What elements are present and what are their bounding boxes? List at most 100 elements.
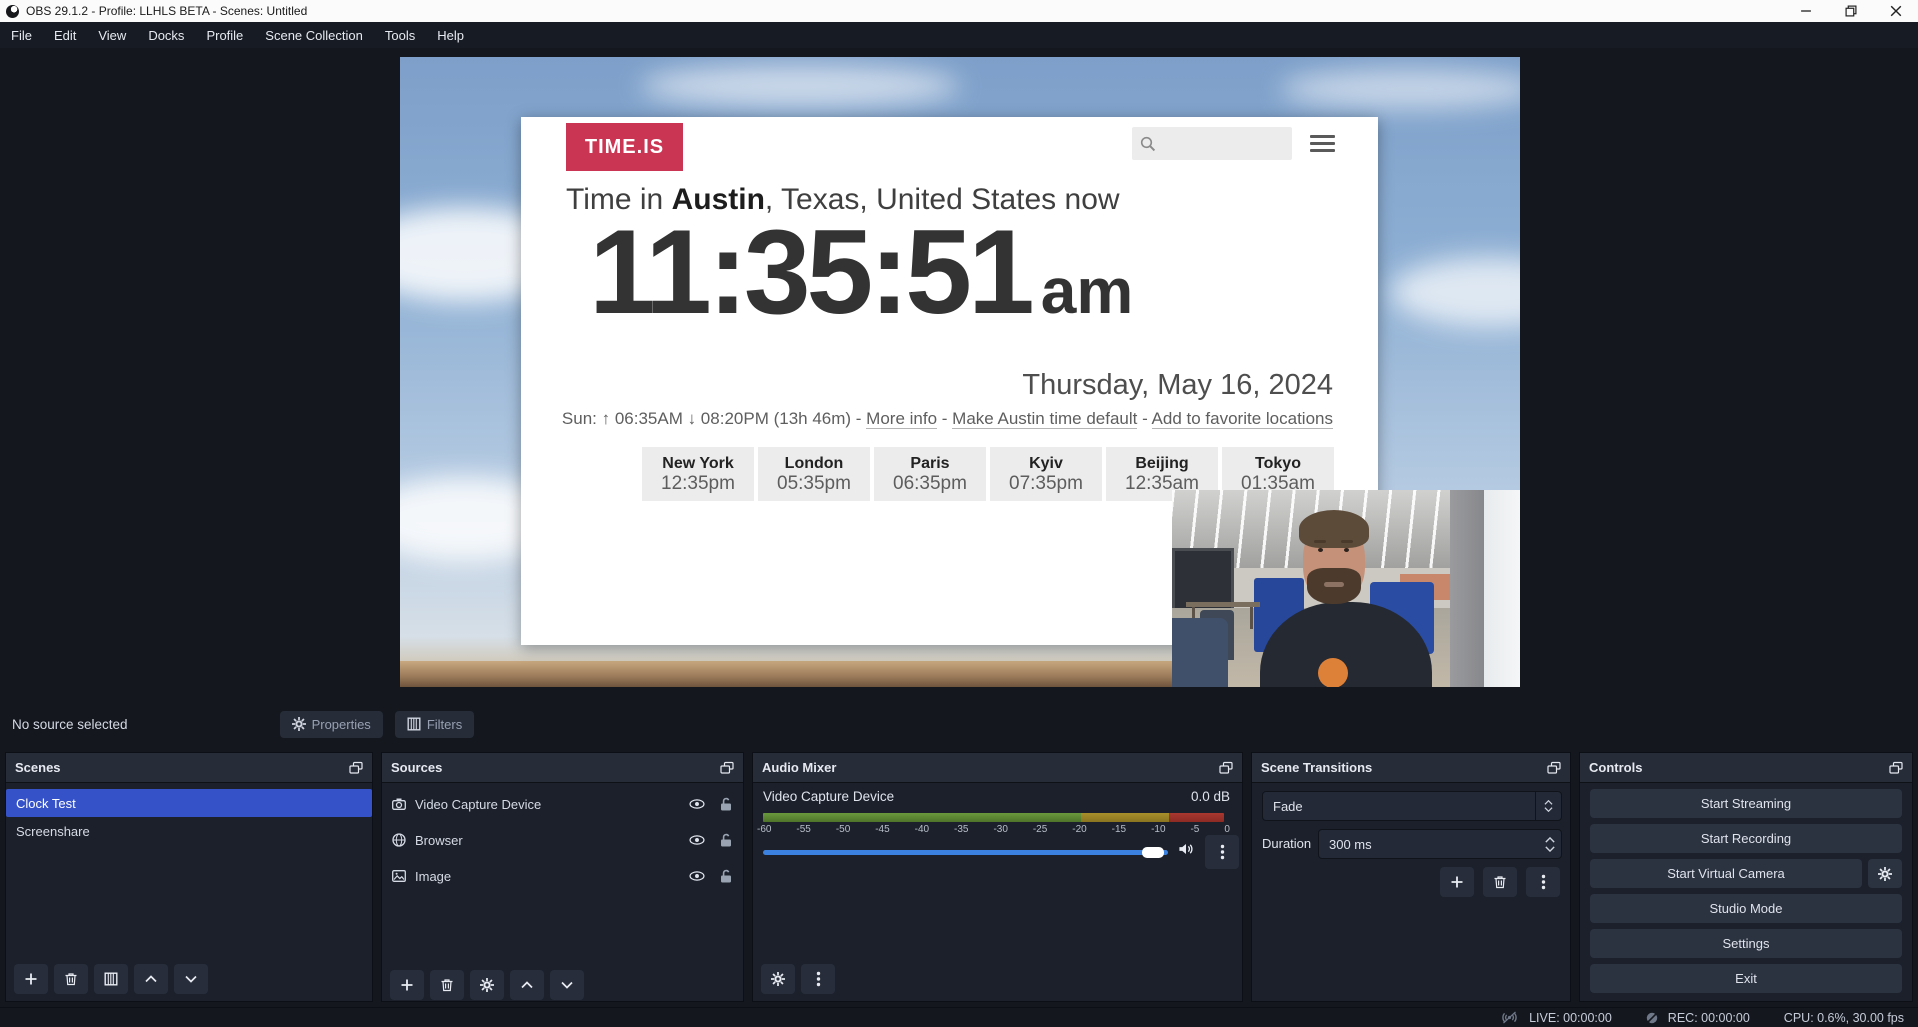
- add-scene-button[interactable]: [14, 964, 48, 994]
- exit-button[interactable]: Exit: [1590, 964, 1902, 993]
- start-virtual-camera-button[interactable]: Start Virtual Camera: [1590, 859, 1862, 888]
- source-item-image[interactable]: Image: [382, 861, 743, 891]
- popout-icon[interactable]: [1219, 761, 1233, 775]
- mixer-channel-name: Video Capture Device: [763, 789, 894, 804]
- hamburger-menu-icon[interactable]: [1310, 135, 1335, 156]
- person-hair: [1299, 510, 1369, 548]
- spinner-chevrons-icon[interactable]: [1539, 837, 1561, 852]
- audio-mixer-dock: Audio Mixer Video Capture Device 0.0 dB …: [752, 752, 1243, 1002]
- bright-window: [1484, 490, 1520, 687]
- advanced-audio-button[interactable]: [761, 964, 795, 994]
- controls-header[interactable]: Controls: [1580, 753, 1912, 783]
- office-table: [1186, 602, 1260, 607]
- start-recording-button[interactable]: Start Recording: [1590, 824, 1902, 853]
- add-transition-button[interactable]: [1440, 867, 1474, 897]
- remove-transition-button[interactable]: [1483, 867, 1517, 897]
- city-kyiv[interactable]: Kyiv07:35pm: [990, 447, 1102, 501]
- filters-button[interactable]: Filters: [395, 711, 474, 738]
- volume-slider-handle[interactable]: [1142, 847, 1164, 858]
- start-streaming-button[interactable]: Start Streaming: [1590, 789, 1902, 818]
- duration-spinner[interactable]: 300 ms: [1318, 829, 1562, 859]
- popout-icon[interactable]: [1889, 761, 1903, 775]
- menu-profile[interactable]: Profile: [195, 22, 254, 48]
- unlock-icon[interactable]: [719, 869, 733, 883]
- make-default-link[interactable]: Make Austin time default: [952, 409, 1137, 429]
- cloud: [1390, 257, 1520, 327]
- menu-file[interactable]: File: [0, 22, 43, 48]
- menu-docks[interactable]: Docks: [137, 22, 195, 48]
- program-canvas[interactable]: TIME.IS Time in Austin, Texas, United St…: [400, 57, 1520, 687]
- select-chevrons-icon: [1535, 792, 1561, 820]
- transition-select[interactable]: Fade: [1262, 791, 1562, 821]
- window-title: OBS 29.1.2 - Profile: LLHLS BETA - Scene…: [26, 4, 307, 18]
- camera-icon: [392, 797, 406, 811]
- menu-help[interactable]: Help: [426, 22, 475, 48]
- popout-icon[interactable]: [349, 761, 363, 775]
- scene-filters-button[interactable]: [94, 964, 128, 994]
- menu-scene-collection[interactable]: Scene Collection: [254, 22, 374, 48]
- title-bar[interactable]: OBS 29.1.2 - Profile: LLHLS BETA - Scene…: [0, 0, 1918, 22]
- timeis-logo[interactable]: TIME.IS: [566, 123, 683, 171]
- person-eye: [1318, 548, 1323, 552]
- speaker-icon[interactable]: [1178, 841, 1194, 857]
- timeis-sun-line: Sun: ↑ 06:35AM ↓ 08:20PM (13h 46m) - Mor…: [562, 409, 1333, 429]
- restore-button[interactable]: [1828, 0, 1873, 22]
- eye-icon[interactable]: [689, 868, 705, 884]
- mixer-menu-button[interactable]: [801, 964, 835, 994]
- transitions-header[interactable]: Scene Transitions: [1252, 753, 1570, 783]
- remove-scene-button[interactable]: [54, 964, 88, 994]
- webcam-overlay[interactable]: [1172, 490, 1520, 687]
- timeis-date: Thursday, May 16, 2024: [1022, 369, 1333, 402]
- favorite-link[interactable]: Add to favorite locations: [1152, 409, 1333, 429]
- city-paris[interactable]: Paris06:35pm: [874, 447, 986, 501]
- source-item-video-capture[interactable]: Video Capture Device: [382, 789, 743, 819]
- unlock-icon[interactable]: [719, 833, 733, 847]
- virtual-camera-settings-button[interactable]: [1868, 859, 1902, 888]
- source-properties-button[interactable]: [470, 970, 504, 1000]
- timeis-search-input[interactable]: [1132, 127, 1292, 160]
- city-newyork[interactable]: New York12:35pm: [642, 447, 754, 501]
- eye-icon[interactable]: [689, 832, 705, 848]
- cloud: [640, 65, 960, 107]
- scene-down-button[interactable]: [174, 964, 208, 994]
- menu-tools[interactable]: Tools: [374, 22, 426, 48]
- record-inactive-icon: [1646, 1012, 1658, 1024]
- person-mouth: [1324, 582, 1344, 587]
- source-up-button[interactable]: [510, 970, 544, 1000]
- timeis-clock: 11:35:51 am: [589, 203, 1133, 341]
- menu-edit[interactable]: Edit: [43, 22, 87, 48]
- source-down-button[interactable]: [550, 970, 584, 1000]
- city-london[interactable]: London05:35pm: [758, 447, 870, 501]
- settings-button[interactable]: Settings: [1590, 929, 1902, 958]
- scene-item-clock-test[interactable]: Clock Test: [6, 789, 372, 817]
- cpu-fps-stats: CPU: 0.6%, 30.00 fps: [1784, 1011, 1904, 1025]
- volume-slider[interactable]: [763, 845, 1168, 859]
- unlock-icon[interactable]: [719, 797, 733, 811]
- transition-options-button[interactable]: [1526, 867, 1560, 897]
- popout-icon[interactable]: [720, 761, 734, 775]
- add-source-button[interactable]: [390, 970, 424, 1000]
- eye-icon[interactable]: [689, 796, 705, 812]
- sources-dock-header[interactable]: Sources: [382, 753, 743, 783]
- menu-view[interactable]: View: [87, 22, 137, 48]
- audio-mixer-header[interactable]: Audio Mixer: [753, 753, 1242, 783]
- gear-icon: [292, 717, 306, 731]
- scenes-dock-header[interactable]: Scenes: [6, 753, 372, 783]
- source-toolbar: No source selected Properties Filters: [0, 705, 1918, 743]
- mixer-options-button[interactable]: [1205, 835, 1239, 869]
- properties-button[interactable]: Properties: [280, 711, 383, 738]
- scene-up-button[interactable]: [134, 964, 168, 994]
- remove-source-button[interactable]: [430, 970, 464, 1000]
- duration-label: Duration: [1262, 836, 1311, 851]
- scene-item-screenshare[interactable]: Screenshare: [6, 817, 372, 845]
- source-item-browser[interactable]: Browser: [382, 825, 743, 855]
- minimize-button[interactable]: [1783, 0, 1828, 22]
- studio-mode-button[interactable]: Studio Mode: [1590, 894, 1902, 923]
- menu-bar: File Edit View Docks Profile Scene Colle…: [0, 22, 1918, 48]
- close-button[interactable]: [1873, 0, 1918, 22]
- preview-area: TIME.IS Time in Austin, Texas, United St…: [0, 48, 1918, 705]
- more-info-link[interactable]: More info: [866, 409, 937, 429]
- popout-icon[interactable]: [1547, 761, 1561, 775]
- concrete-pillar: [1450, 490, 1484, 687]
- image-icon: [392, 869, 406, 883]
